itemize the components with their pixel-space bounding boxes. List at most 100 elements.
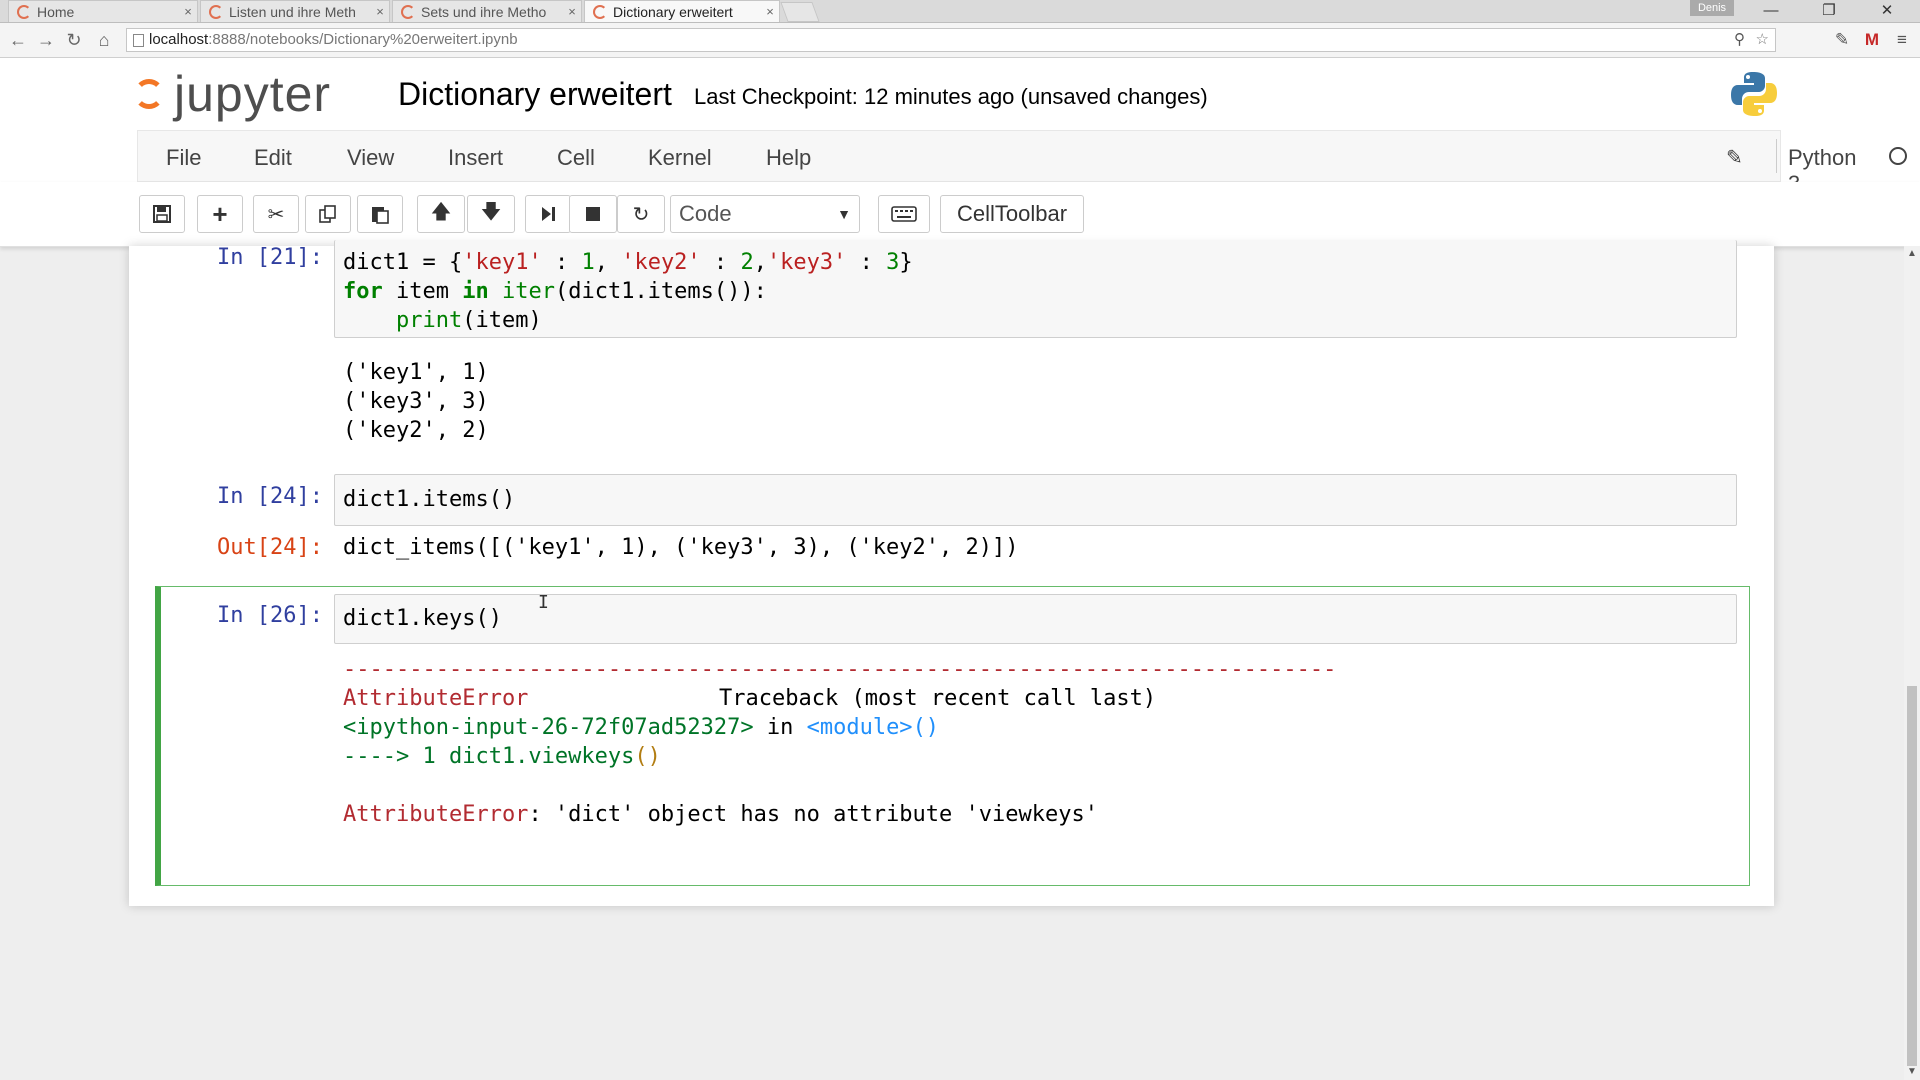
code-line: print(item) [395,308,542,333]
insert-cell-button[interactable]: + [197,195,243,233]
traceback-header: Traceback (most recent call last) [719,686,1157,711]
tab-label: Sets und ihre Metho [421,3,547,20]
browser-tab-listen[interactable]: Listen und ihre Meth × [200,0,390,22]
code-input-area[interactable]: dict1 = {'key1' : 1, 'key2' : 2,'key3' :… [334,240,1737,338]
menu-kernel[interactable]: Kernel [648,145,712,171]
jupyter-favicon-icon [401,4,415,19]
jupyter-wordmark: jupyter [174,66,332,122]
arrow-up-icon: 🡅 [430,201,452,223]
chrome-menu-icon[interactable]: ≡ [1890,28,1914,52]
copy-icon [319,205,336,223]
notebook-title[interactable]: Dictionary erweitert [398,76,672,113]
move-down-button[interactable]: 🡇 [467,195,515,233]
page-icon [133,34,144,47]
tab-close-icon[interactable]: × [761,4,779,19]
cut-button[interactable]: ✂ [253,195,299,233]
python-logo-icon [1731,72,1777,116]
reload-icon[interactable]: ↻ [62,28,86,52]
page-scrollbar[interactable]: ▲ ▼ [1904,246,1920,1080]
browser-tab-dictionary[interactable]: Dictionary erweitert × [584,0,780,22]
gmail-extension-icon[interactable]: M [1860,28,1884,52]
traceback-arrow-code: ----> 1 dict1.viewkeys [343,744,635,769]
traceback-separator: ----------------------------------------… [343,657,1337,682]
jupyter-logo[interactable]: jupyter [134,66,331,122]
edit-mode-pencil-icon: ✎ [1726,147,1743,169]
browser-toolbar: ← → ↻ ⌂ localhost:8888/notebooks/Diction… [0,23,1920,58]
tab-label: Dictionary erweitert [613,3,733,20]
interrupt-button[interactable] [569,195,617,233]
menu-edit[interactable]: Edit [254,145,292,171]
address-bar[interactable]: localhost:8888/notebooks/Dictionary%20er… [126,28,1776,52]
menu-help[interactable]: Help [766,145,811,171]
step-forward-icon [542,207,555,221]
traceback-error-name: AttributeError [343,686,529,711]
jupyter-logo-icon [134,79,164,109]
keyboard-icon [891,206,917,222]
traceback-arrow-parens: () [634,744,661,769]
command-palette-button[interactable] [878,195,930,233]
tab-close-icon[interactable]: × [179,4,197,19]
restart-kernel-button[interactable]: ↻ [617,195,665,233]
code-line: dict1 = {'key1' : 1, 'key2' : 2,'key3' :… [343,250,913,275]
notebook-toolbar: + ✂ 🡅 🡇 ↻ Code ▼ CellToolbar [0,182,1920,247]
jupyter-favicon-icon [593,4,607,19]
tab-close-icon[interactable]: × [371,4,389,19]
move-up-button[interactable]: 🡅 [417,195,465,233]
cell-type-select[interactable]: Code ▼ [670,195,860,233]
restore-icon[interactable]: ❐ [1806,0,1852,22]
celltoolbar-button[interactable]: CellToolbar [940,195,1084,233]
home-icon[interactable]: ⌂ [92,28,116,52]
output-line: dict_items([('key1', 1), ('key3', 3), ('… [343,535,1019,560]
copy-button[interactable] [305,195,351,233]
stop-icon [586,207,600,221]
browser-tab-home[interactable]: Home × [8,0,198,22]
plus-icon: + [212,198,228,229]
input-prompt: In [24]: [217,484,323,509]
menubar-container: File Edit View Insert Cell Kernel Help ✎… [0,130,1920,196]
menu-insert[interactable]: Insert [448,145,503,171]
paste-button[interactable] [357,195,403,233]
tab-label: Listen und ihre Meth [229,3,356,20]
traceback-final-line: AttributeError: 'dict' object has no att… [343,800,1098,829]
profile-badge[interactable]: Denis [1690,0,1734,16]
scroll-down-icon[interactable]: ▼ [1904,1066,1920,1077]
tab-label: Home [37,3,75,20]
run-cell-button[interactable] [525,195,571,233]
menu-view[interactable]: View [347,145,394,171]
zoom-icon[interactable]: ⚲ [1734,29,1745,51]
minimize-icon[interactable]: — [1748,0,1794,22]
extension-icon[interactable]: ✎ [1830,28,1854,52]
new-tab-button[interactable] [780,2,820,22]
traceback-final-message: : 'dict' object has no attribute 'viewke… [528,802,1098,827]
scroll-thumb[interactable] [1907,686,1917,1066]
checkpoint-status: Last Checkpoint: 12 minutes ago (unsaved… [694,84,1208,109]
code-line: dict1.items() [343,487,516,512]
output-line: ('key1', 1) [343,360,489,385]
scissors-icon: ✂ [267,203,285,226]
code-input-area[interactable]: dict1.items() [334,474,1737,526]
browser-tab-strip: Home × Listen und ihre Meth × Sets und i… [0,0,1920,23]
notebook-header: jupyter Dictionary erweitert Last Checkp… [0,58,1920,130]
close-window-icon[interactable]: ✕ [1864,0,1910,22]
output-line: ('key3', 3) [343,389,489,414]
output-prompt: Out[24]: [217,535,323,560]
cell-type-value: Code [679,201,732,226]
bookmark-star-icon[interactable]: ☆ [1756,29,1769,51]
traceback-in: in [753,715,807,740]
back-icon[interactable]: ← [6,28,30,52]
arrow-down-icon: 🡇 [480,201,502,223]
tab-close-icon[interactable]: × [563,4,581,19]
browser-tab-sets[interactable]: Sets und ihre Metho × [392,0,582,22]
menu-cell[interactable]: Cell [557,145,595,171]
notebook-container: In [21]: dict1 = {'key1' : 1, 'key2' : 2… [129,240,1774,906]
url-path: :8888/notebooks/Dictionary%20erweitert.i… [208,31,518,48]
jupyter-favicon-icon [17,4,31,19]
forward-icon[interactable]: → [34,28,58,52]
kernel-idle-indicator-icon [1889,147,1907,165]
menu-file[interactable]: File [166,145,201,171]
save-button[interactable] [139,195,185,233]
scroll-up-icon[interactable]: ▲ [1904,248,1920,259]
traceback-arrow-line: ----> 1 dict1.viewkeys() [343,742,661,771]
traceback-location: <ipython-input-26-72f07ad52327> in <modu… [343,713,939,742]
code-line: for item in iter(dict1.items()): [343,279,767,304]
